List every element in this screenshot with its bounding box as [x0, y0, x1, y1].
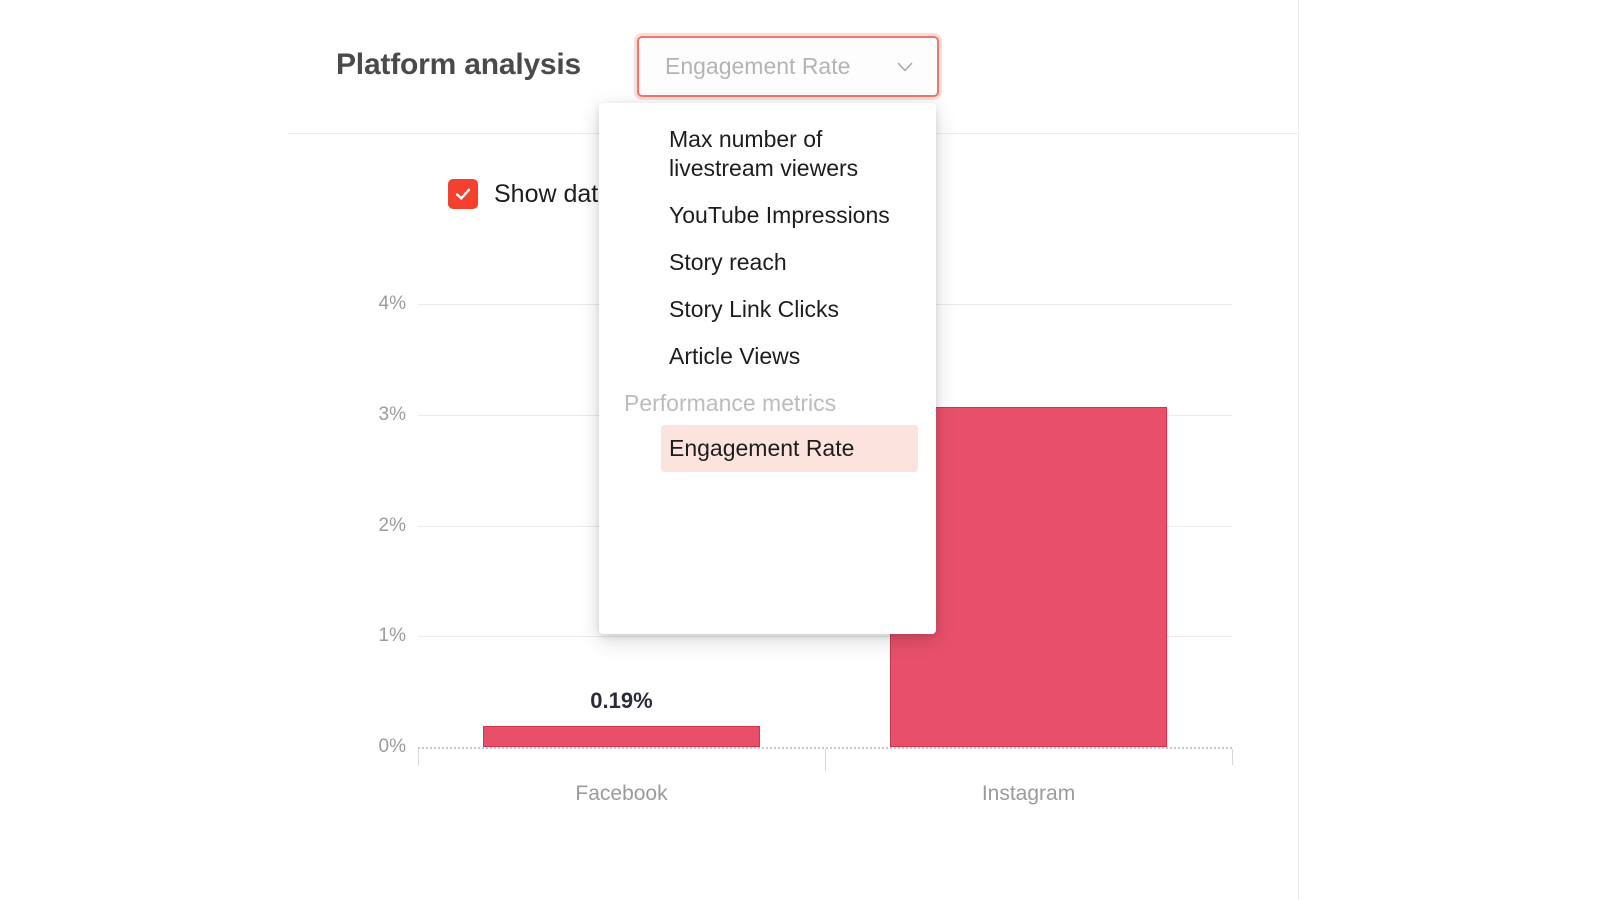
- dropdown-option-selected[interactable]: Engagement Rate: [661, 424, 918, 472]
- metric-dropdown-list: Post clicksMax number of livestream view…: [599, 103, 936, 488]
- bar-data-label: 0.19%: [590, 687, 653, 713]
- y-axis-tick-label: 4%: [378, 293, 406, 315]
- checkbox-checked-icon[interactable]: [448, 179, 478, 209]
- y-axis-tick-label: 3%: [378, 403, 406, 425]
- y-axis-tick-label: 1%: [378, 625, 406, 647]
- y-axis-tick-label: 2%: [378, 514, 406, 536]
- x-axis-tick: [418, 749, 419, 765]
- dropdown-option[interactable]: Story reach: [599, 239, 936, 286]
- dropdown-option[interactable]: Post clicks: [599, 103, 936, 116]
- dropdown-option[interactable]: Max number of livestream viewers: [599, 116, 936, 192]
- x-axis-tick: [825, 749, 826, 771]
- bar-facebook[interactable]: [483, 725, 760, 747]
- dropdown-group-label: Performance metrics: [624, 389, 837, 416]
- chevron-down-icon: [895, 57, 915, 77]
- x-axis-tick: [1232, 749, 1233, 765]
- x-axis-category-label: Facebook: [575, 782, 668, 805]
- dropdown-option[interactable]: Article Views: [599, 333, 936, 380]
- y-axis-tick-label: 0%: [378, 736, 406, 757]
- metric-dropdown-menu[interactable]: Post clicksMax number of livestream view…: [599, 103, 936, 634]
- dropdown-option[interactable]: YouTube Impressions: [599, 192, 936, 239]
- dropdown-option[interactable]: Story Link Clicks: [599, 286, 936, 333]
- x-axis-category-label: Instagram: [981, 782, 1076, 805]
- metric-select-button[interactable]: Engagement Rate: [637, 36, 939, 97]
- metric-select-value: Engagement Rate: [665, 53, 851, 79]
